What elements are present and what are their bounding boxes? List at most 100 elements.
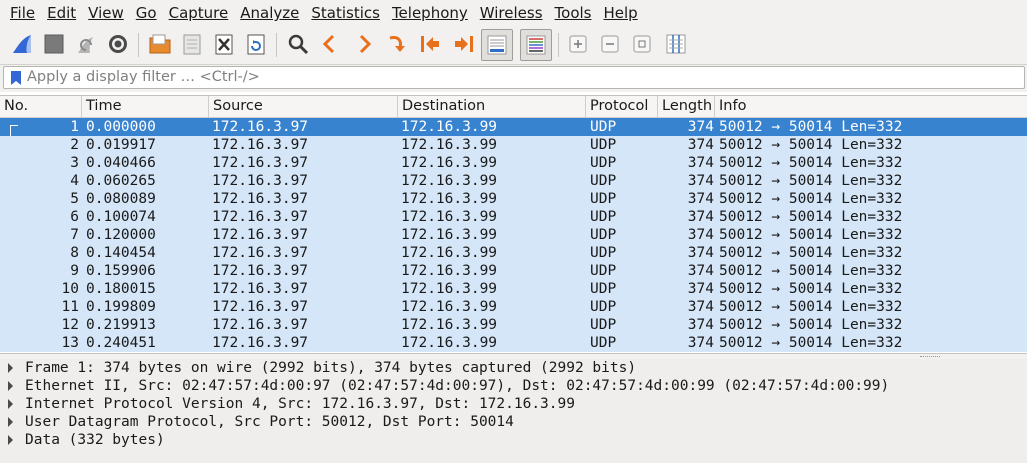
resize-columns-button[interactable] bbox=[662, 30, 690, 58]
menu-statistics[interactable]: Statistics bbox=[305, 0, 386, 26]
open-file-button[interactable] bbox=[146, 30, 174, 58]
column-header-source[interactable]: Source bbox=[209, 96, 398, 117]
last-packet-button[interactable] bbox=[450, 30, 478, 58]
cell-protocol: UDP bbox=[590, 281, 617, 297]
cell-source: 172.16.3.97 bbox=[212, 137, 309, 153]
go-forward-button[interactable] bbox=[350, 30, 378, 58]
packet-row[interactable]: 9 0.159906 172.16.3.97 172.16.3.99 UDP 374 500… bbox=[0, 262, 1027, 280]
column-header-info[interactable]: Info bbox=[715, 96, 1027, 117]
cell-time: 0.159906 bbox=[86, 263, 156, 279]
menu-bar: File Edit View Go Capture Analyze Statis… bbox=[0, 0, 1027, 26]
go-back-button[interactable] bbox=[316, 30, 344, 58]
cell-time: 0.240451 bbox=[86, 335, 156, 351]
menu-capture[interactable]: Capture bbox=[163, 0, 235, 26]
packet-row[interactable]: 3 0.040466 172.16.3.97 172.16.3.99 UDP 374 500… bbox=[0, 154, 1027, 172]
menu-go-label: Go bbox=[135, 4, 157, 22]
go-to-packet-button[interactable] bbox=[384, 30, 412, 58]
normal-size-button[interactable] bbox=[628, 30, 656, 58]
packet-row[interactable]: 13 0.240451 172.16.3.97 172.16.3.99 UDP 374 50… bbox=[0, 334, 1027, 352]
splitter-grip bbox=[920, 356, 940, 358]
restart-capture-button[interactable] bbox=[72, 30, 100, 58]
menu-edit[interactable]: Edit bbox=[41, 0, 82, 26]
cell-source: 172.16.3.97 bbox=[212, 119, 309, 135]
menu-telephony[interactable]: Telephony bbox=[386, 0, 474, 26]
zoom-out-button[interactable] bbox=[596, 30, 624, 58]
menu-capture-label: Capture bbox=[168, 4, 229, 22]
cell-source: 172.16.3.97 bbox=[212, 335, 309, 351]
cell-source: 172.16.3.97 bbox=[212, 317, 309, 333]
packet-row[interactable]: 8 0.140454 172.16.3.97 172.16.3.99 UDP 374 500… bbox=[0, 244, 1027, 262]
menu-go[interactable]: Go bbox=[130, 0, 163, 26]
packet-row[interactable]: 12 0.219913 172.16.3.97 172.16.3.99 UDP 374 50… bbox=[0, 316, 1027, 334]
detail-row-data[interactable]: Data (332 bytes) bbox=[0, 431, 1027, 449]
packet-row[interactable]: 7 0.120000 172.16.3.97 172.16.3.99 UDP 374 500… bbox=[0, 226, 1027, 244]
menu-tools[interactable]: Tools bbox=[549, 0, 598, 26]
restart-capture-icon bbox=[78, 37, 93, 53]
toolbar-separator bbox=[558, 33, 559, 57]
menu-file[interactable]: File bbox=[0, 0, 41, 26]
packet-row[interactable]: 6 0.100074 172.16.3.97 172.16.3.99 UDP 374 500… bbox=[0, 208, 1027, 226]
toolbar-separator bbox=[138, 33, 139, 57]
packet-row[interactable]: 4 0.060265 172.16.3.97 172.16.3.99 UDP 374 500… bbox=[0, 172, 1027, 190]
auto-scroll-icon bbox=[487, 35, 507, 55]
zoom-in-button[interactable] bbox=[564, 30, 592, 58]
column-header-no[interactable]: No. bbox=[0, 96, 82, 117]
expand-arrow-icon[interactable] bbox=[8, 417, 13, 427]
display-filter-input[interactable]: Apply a display filter … <Ctrl-/> bbox=[3, 66, 1025, 89]
colorize-button[interactable] bbox=[520, 29, 552, 61]
expand-arrow-icon[interactable] bbox=[8, 399, 13, 409]
cell-source: 172.16.3.97 bbox=[212, 155, 309, 171]
find-packet-button[interactable] bbox=[284, 30, 312, 58]
first-packet-button[interactable] bbox=[416, 30, 444, 58]
capture-options-button[interactable] bbox=[104, 30, 132, 58]
cell-destination: 172.16.3.99 bbox=[401, 245, 498, 261]
packet-row[interactable]: 10 0.180015 172.16.3.97 172.16.3.99 UDP 374 50… bbox=[0, 280, 1027, 298]
cell-protocol: UDP bbox=[590, 191, 617, 207]
column-header-protocol[interactable]: Protocol bbox=[586, 96, 658, 117]
cell-protocol: UDP bbox=[590, 299, 617, 315]
cell-source: 172.16.3.97 bbox=[212, 209, 309, 225]
cell-protocol: UDP bbox=[590, 119, 617, 135]
packet-details: Frame 1: 374 bytes on wire (2992 bits), … bbox=[0, 359, 1027, 463]
reload-file-button[interactable] bbox=[242, 30, 270, 58]
cell-info: 50012 → 50014 Len=332 bbox=[719, 317, 903, 333]
stop-capture-button[interactable] bbox=[40, 30, 68, 58]
menu-wireless[interactable]: Wireless bbox=[474, 0, 549, 26]
expand-arrow-icon[interactable] bbox=[8, 435, 13, 445]
cell-no: 13 bbox=[61, 335, 79, 351]
column-header-time[interactable]: Time bbox=[82, 96, 209, 117]
detail-row-ethernet[interactable]: Ethernet II, Src: 02:47:57:4d:00:97 (02:… bbox=[0, 377, 1027, 395]
menu-help[interactable]: Help bbox=[597, 0, 643, 26]
find-packet-icon bbox=[288, 34, 309, 55]
bookmark-icon[interactable] bbox=[9, 70, 23, 86]
cell-destination: 172.16.3.99 bbox=[401, 173, 498, 189]
menu-analyze[interactable]: Analyze bbox=[234, 0, 305, 26]
column-header-length[interactable]: Length bbox=[658, 96, 715, 117]
cell-protocol: UDP bbox=[590, 227, 617, 243]
expand-arrow-icon[interactable] bbox=[8, 381, 13, 391]
main-toolbar bbox=[0, 26, 1027, 65]
packet-row[interactable]: 1 0.000000 172.16.3.97 172.16.3.99 UDP 374 500… bbox=[0, 118, 1027, 137]
auto-scroll-button[interactable] bbox=[481, 29, 513, 61]
zoom-out-icon bbox=[601, 35, 619, 53]
detail-row-udp[interactable]: User Datagram Protocol, Src Port: 50012,… bbox=[0, 413, 1027, 431]
close-file-button[interactable] bbox=[210, 30, 238, 58]
cell-no: 2 bbox=[70, 137, 79, 153]
cell-time: 0.040466 bbox=[86, 155, 156, 171]
save-file-icon bbox=[183, 34, 201, 55]
detail-row-ipv4[interactable]: Internet Protocol Version 4, Src: 172.16… bbox=[0, 395, 1027, 413]
save-file-button[interactable] bbox=[178, 30, 206, 58]
packet-row[interactable]: 5 0.080089 172.16.3.97 172.16.3.99 UDP 374 500… bbox=[0, 190, 1027, 208]
packet-row[interactable]: 2 0.019917 172.16.3.97 172.16.3.99 UDP 374 500… bbox=[0, 136, 1027, 154]
cell-protocol: UDP bbox=[590, 245, 617, 261]
cell-info: 50012 → 50014 Len=332 bbox=[719, 209, 903, 225]
display-filter-bar: Apply a display filter … <Ctrl-/> bbox=[0, 65, 1027, 92]
detail-row-frame[interactable]: Frame 1: 374 bytes on wire (2992 bits), … bbox=[0, 359, 1027, 377]
expand-arrow-icon[interactable] bbox=[8, 363, 13, 373]
column-header-destination[interactable]: Destination bbox=[398, 96, 586, 117]
menu-view[interactable]: View bbox=[82, 0, 130, 26]
cell-info: 50012 → 50014 Len=332 bbox=[719, 173, 903, 189]
start-capture-button[interactable] bbox=[8, 30, 36, 58]
packet-row[interactable]: 11 0.199809 172.16.3.97 172.16.3.99 UDP 374 50… bbox=[0, 298, 1027, 316]
cell-time: 0.000000 bbox=[86, 119, 156, 135]
